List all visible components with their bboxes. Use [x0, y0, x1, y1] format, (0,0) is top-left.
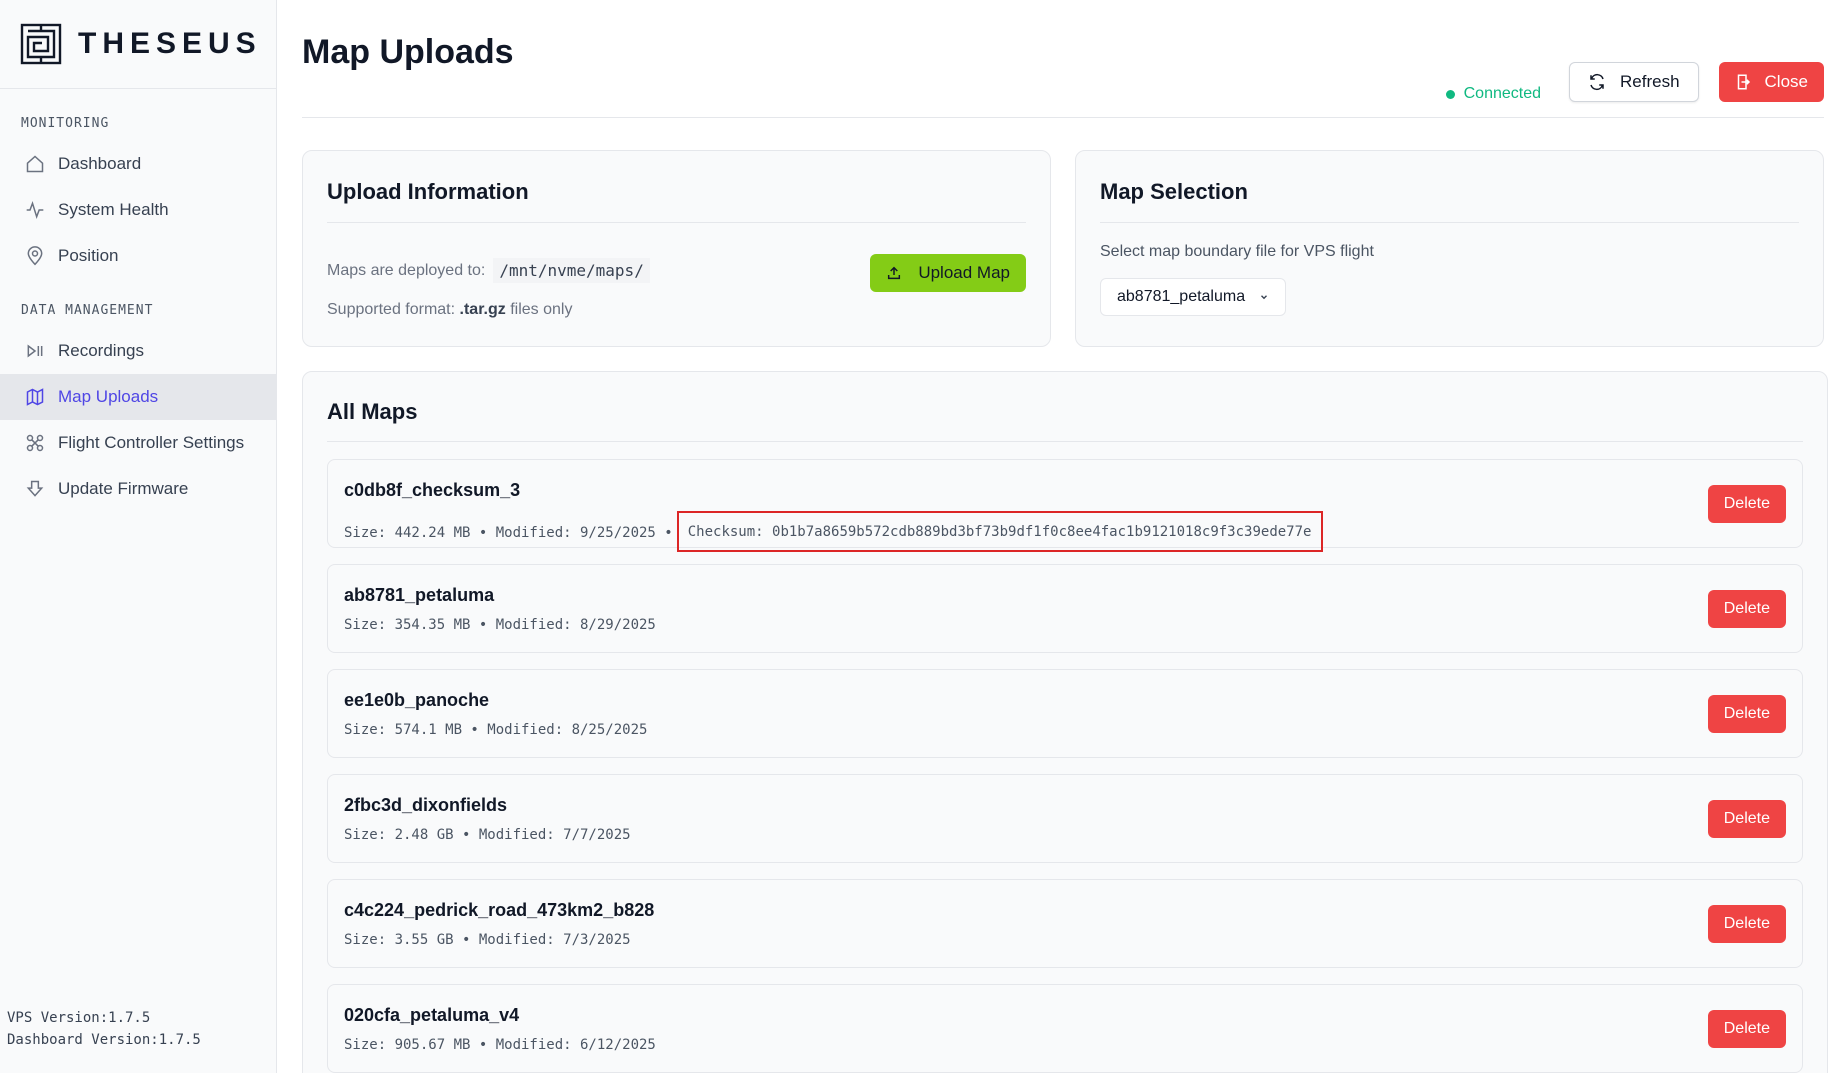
- section-label-data-management: DATA MANAGEMENT: [21, 303, 154, 318]
- sidebar-item-label: Flight Controller Settings: [58, 433, 245, 452]
- sidebar-item-update-firmware[interactable]: Update Firmware: [0, 466, 276, 512]
- section-label-monitoring: MONITORING: [21, 116, 110, 131]
- format-ext: .tar.gz: [459, 301, 506, 318]
- deployed-label: Maps are deployed to:: [327, 261, 486, 279]
- top-actions: Connected Refresh Close: [1445, 61, 1824, 103]
- upload-map-label: Upload Map: [918, 263, 1010, 282]
- home-icon: [24, 153, 46, 175]
- supported-format: Supported format: .tar.gz files only: [327, 301, 572, 319]
- map-name: ab8781_petaluma: [344, 585, 495, 605]
- sidebar-item-label: System Health: [58, 200, 169, 219]
- upload-card-title: Upload Information: [327, 151, 1026, 223]
- map-name: c4c224_pedrick_road_473km2_b828: [344, 900, 655, 920]
- status-label: Connected: [1463, 85, 1541, 102]
- map-meta: Size: 574.1 MB • Modified: 8/25/2025: [344, 722, 648, 738]
- activity-icon: [24, 199, 46, 221]
- format-suffix: files only: [510, 301, 573, 318]
- selection-description: Select map boundary file for VPS flight: [1100, 243, 1374, 260]
- sidebar-item-flight-controller-settings[interactable]: Flight Controller Settings: [0, 420, 276, 466]
- sidebar-item-label: Position: [58, 246, 119, 265]
- brand-name: THESEUS: [78, 27, 262, 60]
- recordings-icon: [24, 340, 46, 362]
- map-name: 020cfa_petaluma_v4: [344, 1005, 520, 1025]
- main-content: Map Uploads Connected Refresh Close Uplo…: [277, 0, 1840, 1073]
- delete-button[interactable]: Delete: [1707, 590, 1786, 628]
- map-meta: Size: 3.55 GB • Modified: 7/3/2025: [344, 932, 631, 948]
- selected-map: ab8781_petaluma: [1117, 288, 1246, 305]
- sidebar-item-map-uploads[interactable]: Map Uploads: [0, 374, 276, 420]
- theseus-logo-icon: [20, 23, 62, 65]
- connection-status: Connected: [1445, 85, 1541, 103]
- close-button[interactable]: Close: [1718, 62, 1824, 102]
- delete-button[interactable]: Delete: [1707, 695, 1786, 733]
- sidebar-item-label: Map Uploads: [58, 387, 159, 406]
- delete-button[interactable]: Delete: [1707, 800, 1786, 838]
- map-select-dropdown[interactable]: ab8781_petaluma: [1100, 278, 1287, 316]
- map-icon: [24, 386, 46, 408]
- refresh-label: Refresh: [1620, 72, 1680, 91]
- refresh-icon: [1588, 73, 1606, 91]
- map-selection-card: Map Selection Select map boundary file f…: [1075, 150, 1824, 347]
- dashboard-version: Dashboard Version:1.7.5: [7, 1032, 201, 1048]
- delete-button[interactable]: Delete: [1707, 905, 1786, 943]
- exit-icon: [1735, 73, 1751, 91]
- brand: THESEUS: [0, 0, 276, 89]
- sidebar-item-system-health[interactable]: System Health: [0, 187, 276, 233]
- map-meta: Size: 2.48 GB • Modified: 7/7/2025: [344, 827, 631, 843]
- map-name: c0db8f_checksum_3: [344, 480, 521, 500]
- list-item: ee1e0b_panoche Size: 574.1 MB • Modified…: [327, 669, 1803, 758]
- selection-card-title: Map Selection: [1100, 151, 1799, 223]
- map-name: 2fbc3d_dixonfields: [344, 795, 508, 815]
- all-maps-title: All Maps: [327, 372, 1803, 442]
- upload-map-button[interactable]: Upload Map: [870, 254, 1026, 292]
- all-maps-card: All Maps c0db8f_checksum_3 Size: 442.24 …: [302, 371, 1828, 1073]
- list-item: ab8781_petaluma Size: 354.35 MB • Modifi…: [327, 564, 1803, 653]
- list-item: 2fbc3d_dixonfields Size: 2.48 GB • Modif…: [327, 774, 1803, 863]
- delete-button[interactable]: Delete: [1707, 485, 1786, 523]
- upload-card-body: Maps are deployed to: /mnt/nvme/maps/ Su…: [327, 223, 1026, 347]
- list-item: c0db8f_checksum_3 Size: 442.24 MB • Modi…: [327, 459, 1803, 552]
- map-meta: Size: 354.35 MB • Modified: 8/29/2025: [344, 617, 656, 633]
- sidebar-item-recordings[interactable]: Recordings: [0, 328, 276, 374]
- sidebar-item-dashboard[interactable]: Dashboard: [0, 141, 276, 187]
- page-title: Map Uploads: [302, 33, 514, 71]
- cards-row: Upload Information Maps are deployed to:…: [302, 150, 1824, 347]
- drone-icon: [24, 432, 46, 454]
- map-name: ee1e0b_panoche: [344, 690, 490, 710]
- delete-button[interactable]: Delete: [1707, 1010, 1786, 1048]
- map-meta: Size: 905.67 MB • Modified: 6/12/2025: [344, 1037, 656, 1053]
- sidebar-item-label: Dashboard: [58, 154, 142, 173]
- download-icon: [24, 478, 46, 500]
- status-dot-icon: [1445, 89, 1455, 99]
- checksum-highlight: Checksum: 0b1b7a8659b572cdb889bd3bf73b9d…: [676, 511, 1324, 552]
- sidebar-item-position[interactable]: Position: [0, 233, 276, 279]
- upload-information-card: Upload Information Maps are deployed to:…: [302, 150, 1051, 347]
- map-pin-icon: [24, 245, 46, 267]
- deployed-info: Maps are deployed to: /mnt/nvme/maps/: [327, 258, 650, 283]
- deployed-path: /mnt/nvme/maps/: [493, 258, 650, 283]
- map-meta-text: Size: 442.24 MB • Modified: 9/25/2025 •: [344, 525, 673, 541]
- format-prefix: Supported format:: [327, 301, 456, 318]
- sidebar-item-label: Update Firmware: [58, 479, 189, 498]
- map-meta: Size: 442.24 MB • Modified: 9/25/2025 • C…: [344, 511, 1324, 553]
- list-item: c4c224_pedrick_road_473km2_b828 Size: 3.…: [327, 879, 1803, 968]
- refresh-button[interactable]: Refresh: [1569, 62, 1699, 102]
- upload-icon: [886, 265, 902, 281]
- app-root: THESEUS MONITORING Dashboard System Heal…: [0, 0, 1840, 1073]
- version-info: VPS Version:1.7.5 Dashboard Version:1.7.…: [7, 1007, 201, 1051]
- chevron-down-icon: [1259, 292, 1269, 302]
- topbar: Map Uploads Connected Refresh Close: [302, 0, 1824, 118]
- sidebar: THESEUS MONITORING Dashboard System Heal…: [0, 0, 277, 1073]
- list-item: 020cfa_petaluma_v4 Size: 905.67 MB • Mod…: [327, 984, 1803, 1073]
- map-list: c0db8f_checksum_3 Size: 442.24 MB • Modi…: [327, 442, 1803, 1073]
- sidebar-item-label: Recordings: [58, 341, 144, 360]
- close-label: Close: [1764, 72, 1808, 91]
- vps-version: VPS Version:1.7.5: [7, 1010, 151, 1026]
